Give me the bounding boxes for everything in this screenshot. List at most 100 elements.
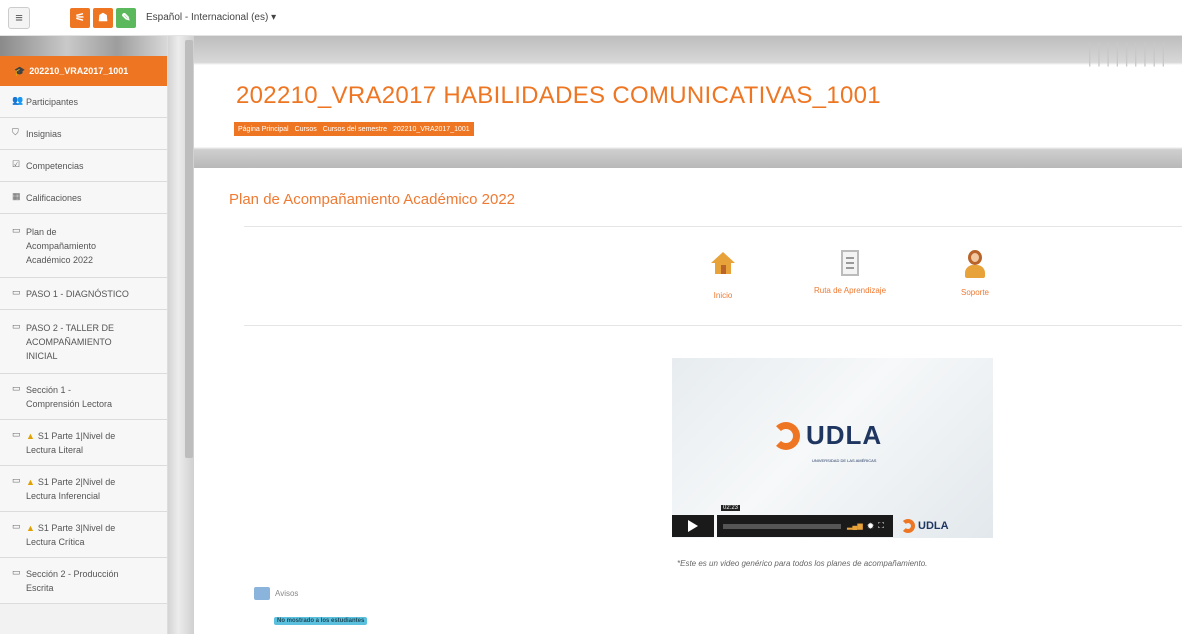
nav-link-soporte[interactable]: Soporte xyxy=(950,250,1000,297)
breadcrumb-item[interactable]: 202210_VRA2017_1001 xyxy=(393,126,470,133)
folder-icon: ▭ xyxy=(12,475,21,485)
warning-icon: ▲ xyxy=(26,431,35,441)
page-title: 202210_VRA2017 HABILIDADES COMUNICATIVAS… xyxy=(236,82,881,109)
warning-icon: ▲ xyxy=(26,523,35,533)
sidebar-item-label: PASO 2 - TALLER DE ACOMPAÑAMIENTO INICIA… xyxy=(26,321,114,363)
folder-icon: ▭ xyxy=(12,225,21,235)
sidebar-item-label: ▲ S1 Parte 3|Nivel de Lectura Crítica xyxy=(26,521,115,549)
folder-icon: ▭ xyxy=(12,429,21,439)
divider xyxy=(244,226,1182,227)
status-badge: No mostrado a los estudiantes xyxy=(274,617,368,625)
sidebar-header-image xyxy=(0,36,167,56)
sidebar-item-label: Calificaciones xyxy=(26,191,82,205)
language-selector[interactable]: Español - Internacional (es) ▾ xyxy=(146,12,276,23)
gear-icon[interactable]: ✹ xyxy=(867,521,875,532)
video-control-bar: 02:23 ▂▄▆ ✹ ⛶ xyxy=(717,505,893,537)
folder-icon: ▭ xyxy=(12,321,21,331)
sidebar-item[interactable]: ▭ PASO 2 - TALLER DE ACOMPAÑAMIENTO INICI… xyxy=(0,310,167,374)
sidebar-item-text: S1 Parte 3|Nivel de Lectura Crítica xyxy=(26,523,116,547)
sidebar-item[interactable]: ▭ ▲ S1 Parte 3|Nivel de Lectura Crítica xyxy=(0,512,167,558)
banner-building-image: ||||||||| xyxy=(1087,38,1170,67)
sidebar-item[interactable]: ▭ ▲ S1 Parte 2|Nivel de Lectura Inferencia… xyxy=(0,466,167,512)
volume-icon[interactable]: ▂▄▆ xyxy=(847,522,863,530)
sidebar-item-course[interactable]: 🎓 202210_VRA2017_1001 xyxy=(0,56,167,86)
video-caption: *Este es un video genérico para todos lo… xyxy=(677,559,928,568)
breadcrumb-item[interactable]: Cursos xyxy=(295,126,317,133)
divider xyxy=(244,325,1182,326)
breadcrumb-item[interactable]: Página Principal xyxy=(238,126,289,133)
sidebar-item-text: Calificaciones xyxy=(26,193,82,203)
forum-avisos[interactable]: Avisos xyxy=(254,587,298,600)
sidebar-item-text: PASO 2 - TALLER DE ACOMPAÑAMIENTO INICIA… xyxy=(26,323,115,361)
users-button[interactable]: ☗ xyxy=(93,7,113,28)
sidebar-item[interactable]: ☑ Competencias xyxy=(0,150,167,182)
check-icon: ☑ xyxy=(12,159,21,169)
shield-icon: ⛉ xyxy=(12,127,19,137)
sidebar-scrollbar[interactable] xyxy=(185,40,193,458)
video-time: 02:23 xyxy=(721,505,741,511)
folder-icon: ▭ xyxy=(12,567,21,577)
sidebar-item-text: Competencias xyxy=(26,161,84,171)
udla-logo-subtitle: UNIVERSIDAD DE LAS AMÉRICAS xyxy=(812,458,877,463)
sidebar-item[interactable]: ▭ Plan de Acompañamiento Académico 2022 xyxy=(0,214,167,278)
sidebar-item[interactable]: ▦ Calificaciones xyxy=(0,182,167,214)
forum-label: Avisos xyxy=(275,589,299,598)
sidebar-item-text: S1 Parte 1|Nivel de Lectura Literal xyxy=(26,431,116,455)
sidebar-item-text: Participantes xyxy=(26,97,79,107)
video-progress-track[interactable] xyxy=(723,523,841,529)
udla-logo-mark-icon xyxy=(772,421,800,450)
fullscreen-icon[interactable]: ⛶ xyxy=(878,521,884,531)
folder-icon: ▭ xyxy=(12,521,21,531)
course-sidebar: 🎓 202210_VRA2017_1001 👥 Participantes ⛉ Ins… xyxy=(0,36,168,634)
video-controls: 02:23 ▂▄▆ ✹ ⛶ UDLA xyxy=(672,505,993,538)
graduation-cap-icon: 🎓 xyxy=(14,65,26,76)
sidebar-item-label: Insignias xyxy=(26,127,62,141)
folder-icon: ▭ xyxy=(12,287,21,297)
sidebar-item[interactable]: ▭ Sección 1 - Comprensión Lectora xyxy=(0,374,167,420)
breadcrumb-item[interactable]: Cursos del semestre xyxy=(323,126,387,133)
sidebar-item-label: Participantes xyxy=(26,95,78,109)
nav-link-inicio[interactable]: Inicio xyxy=(700,250,746,300)
support-person-icon xyxy=(964,250,986,278)
sidebar-item-label: Sección 2 - Producción Escrita xyxy=(26,567,119,595)
sidebar-item-label: PASO 1 - DIAGNÓSTICO xyxy=(26,287,129,301)
sidebar-item-text: S1 Parte 2|Nivel de Lectura Inferencial xyxy=(26,477,116,501)
breadcrumb: Página Principal Cursos Cursos del semes… xyxy=(234,122,474,136)
sidebar-item-label: ▲ S1 Parte 2|Nivel de Lectura Inferencial xyxy=(26,475,115,503)
top-navbar: ≡ ⚟ ☗ ✎ Español - Internacional (es) ▾ xyxy=(0,0,1182,36)
sidebar-item[interactable]: ▭ Sección 2 - Producción Escrita xyxy=(0,558,167,604)
share-button[interactable]: ⚟ xyxy=(70,7,90,28)
house-icon xyxy=(711,252,735,274)
sidebar-item-text: Insignias xyxy=(26,129,62,139)
sidebar-item[interactable]: ⛉ Insignias xyxy=(0,118,167,150)
video-brand-logo[interactable]: UDLA xyxy=(901,519,949,533)
edit-icon: ✎ xyxy=(121,12,131,24)
sidebar-item[interactable]: 👥 Participantes xyxy=(0,86,167,118)
menu-toggle-button[interactable]: ≡ xyxy=(8,6,30,29)
sidebar-item[interactable]: ▭ ▲ S1 Parte 1|Nivel de Lectura Literal xyxy=(0,420,167,466)
section-title: Plan de Acompañamiento Académico 2022 xyxy=(229,191,516,208)
users-icon: ☗ xyxy=(98,12,108,24)
sidebar-item-text: Sección 2 - Producción Escrita xyxy=(26,569,119,593)
sidebar-item-label: Plan de Acompañamiento Académico 2022 xyxy=(26,225,96,267)
document-icon xyxy=(841,250,859,276)
nav-link-ruta[interactable]: Ruta de Aprendizaje xyxy=(800,250,900,295)
forum-icon xyxy=(254,587,270,600)
folder-icon: ▭ xyxy=(12,383,21,393)
sidebar-item-label: Competencias xyxy=(26,159,84,173)
edit-button[interactable]: ✎ xyxy=(116,7,136,28)
sidebar-item[interactable]: ▭ PASO 1 - DIAGNÓSTICO xyxy=(0,278,167,310)
warning-icon: ▲ xyxy=(26,477,35,487)
sidebar-item-label: Sección 1 - Comprensión Lectora xyxy=(26,383,112,411)
udla-logo: UDLA xyxy=(772,420,882,451)
sidebar-item-text: PASO 1 - DIAGNÓSTICO xyxy=(26,289,129,299)
play-button[interactable] xyxy=(672,515,714,537)
video-player[interactable]: UDLA UNIVERSIDAD DE LAS AMÉRICAS 02:23 ▂… xyxy=(672,358,993,538)
sidebar-item-label: 202210_VRA2017_1001 xyxy=(29,66,129,76)
sidebar-item-text: Plan de Acompañamiento Académico 2022 xyxy=(26,227,97,265)
nav-label: Soporte xyxy=(960,288,990,297)
nav-label: Ruta de Aprendizaje xyxy=(813,286,887,295)
nav-label: Inicio xyxy=(713,291,733,300)
sidebar-item-text: Sección 1 - Comprensión Lectora xyxy=(26,385,113,409)
users-icon: 👥 xyxy=(12,95,24,105)
